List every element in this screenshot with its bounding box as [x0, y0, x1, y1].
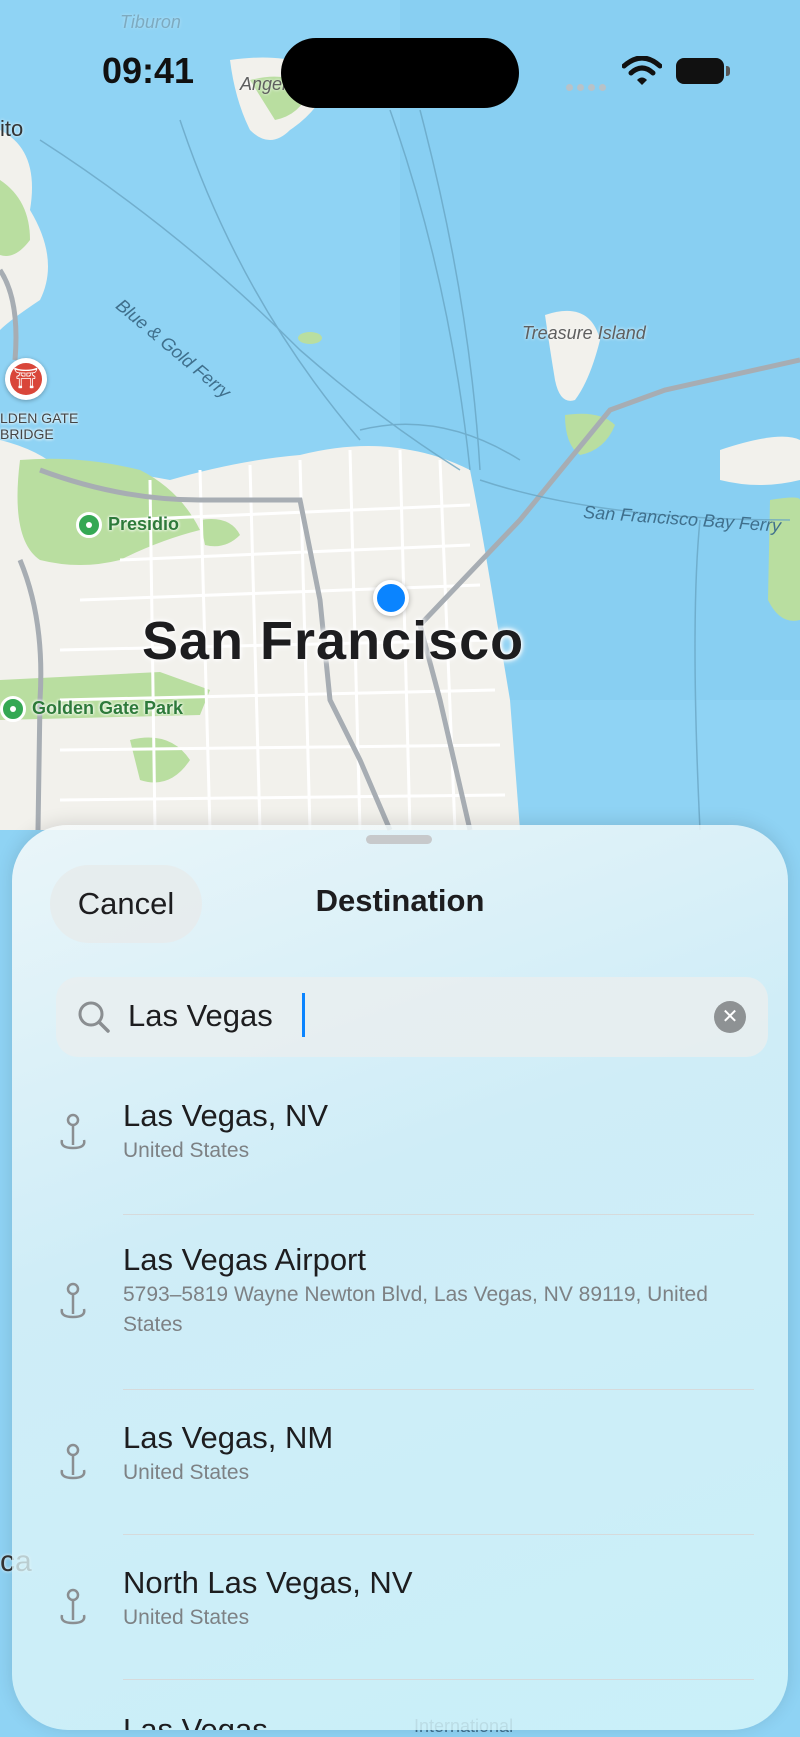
result-subtitle: United States [123, 1606, 250, 1629]
result-item[interactable]: Las Vegas, NM United States [12, 1390, 788, 1535]
search-field[interactable]: ✕ [56, 977, 768, 1057]
result-title: Las Vegas, NV [123, 1098, 329, 1133]
golden-gate-bridge-pin[interactable]: ⛩ [5, 358, 47, 400]
result-item[interactable]: Las Vegas Airport 5793–5819 Wayne Newton… [12, 1215, 788, 1390]
sheet-grabber[interactable] [366, 835, 432, 844]
presidio-pin-icon[interactable] [76, 512, 102, 538]
result-item[interactable]: Las Vegas [12, 1680, 788, 1730]
result-subtitle: 5793–5819 Wayne Newton Blvd, Las Vegas, … [123, 1283, 708, 1336]
pin-icon [60, 1443, 86, 1480]
map-label-edge-top: ito [0, 116, 24, 141]
status-time: 09:41 [102, 50, 195, 91]
map-label-city: San Francisco [142, 611, 525, 671]
user-location-dot[interactable] [373, 580, 409, 616]
clear-search-button[interactable]: ✕ [714, 1001, 746, 1033]
search-icon [78, 1001, 110, 1033]
result-subtitle: United States [123, 1139, 250, 1162]
pin-icon [60, 1588, 86, 1625]
result-title: Las Vegas Airport [123, 1242, 366, 1277]
result-subtitle: United States [123, 1461, 250, 1484]
result-item[interactable]: North Las Vegas, NV United States [12, 1535, 788, 1680]
golden-gate-park-pin-icon[interactable] [0, 696, 26, 722]
wifi-icon [622, 56, 662, 85]
map-label-golden-gate-park: Golden Gate Park [32, 698, 184, 718]
result-item[interactable]: Las Vegas, NV United States [12, 1070, 788, 1215]
map-label-treasure-island: Treasure Island [522, 323, 646, 343]
result-title: Las Vegas [123, 1712, 268, 1730]
result-title: North Las Vegas, NV [123, 1565, 413, 1600]
destination-sheet: Cancel Destination ✕ Las Vegas, NV Unite… [12, 825, 788, 1730]
result-title: Las Vegas, NM [123, 1420, 334, 1455]
cellular-signal-icon [566, 78, 610, 96]
map-label-golden-gate-bridge: LDEN GATE BRIDGE [0, 410, 79, 442]
pin-icon [60, 1282, 86, 1319]
results-list: Las Vegas, NV United States Las Vegas Ai… [12, 1070, 788, 1730]
text-cursor [302, 993, 305, 1037]
search-input[interactable] [128, 994, 278, 1038]
map-label-tiburon: Tiburon [120, 12, 181, 32]
sheet-title: Destination [315, 883, 485, 918]
battery-icon [676, 58, 730, 84]
pin-icon [60, 1113, 86, 1150]
map-label-presidio: Presidio [108, 514, 180, 534]
bridge-icon: ⛩ [10, 363, 42, 395]
dynamic-island [281, 38, 519, 108]
